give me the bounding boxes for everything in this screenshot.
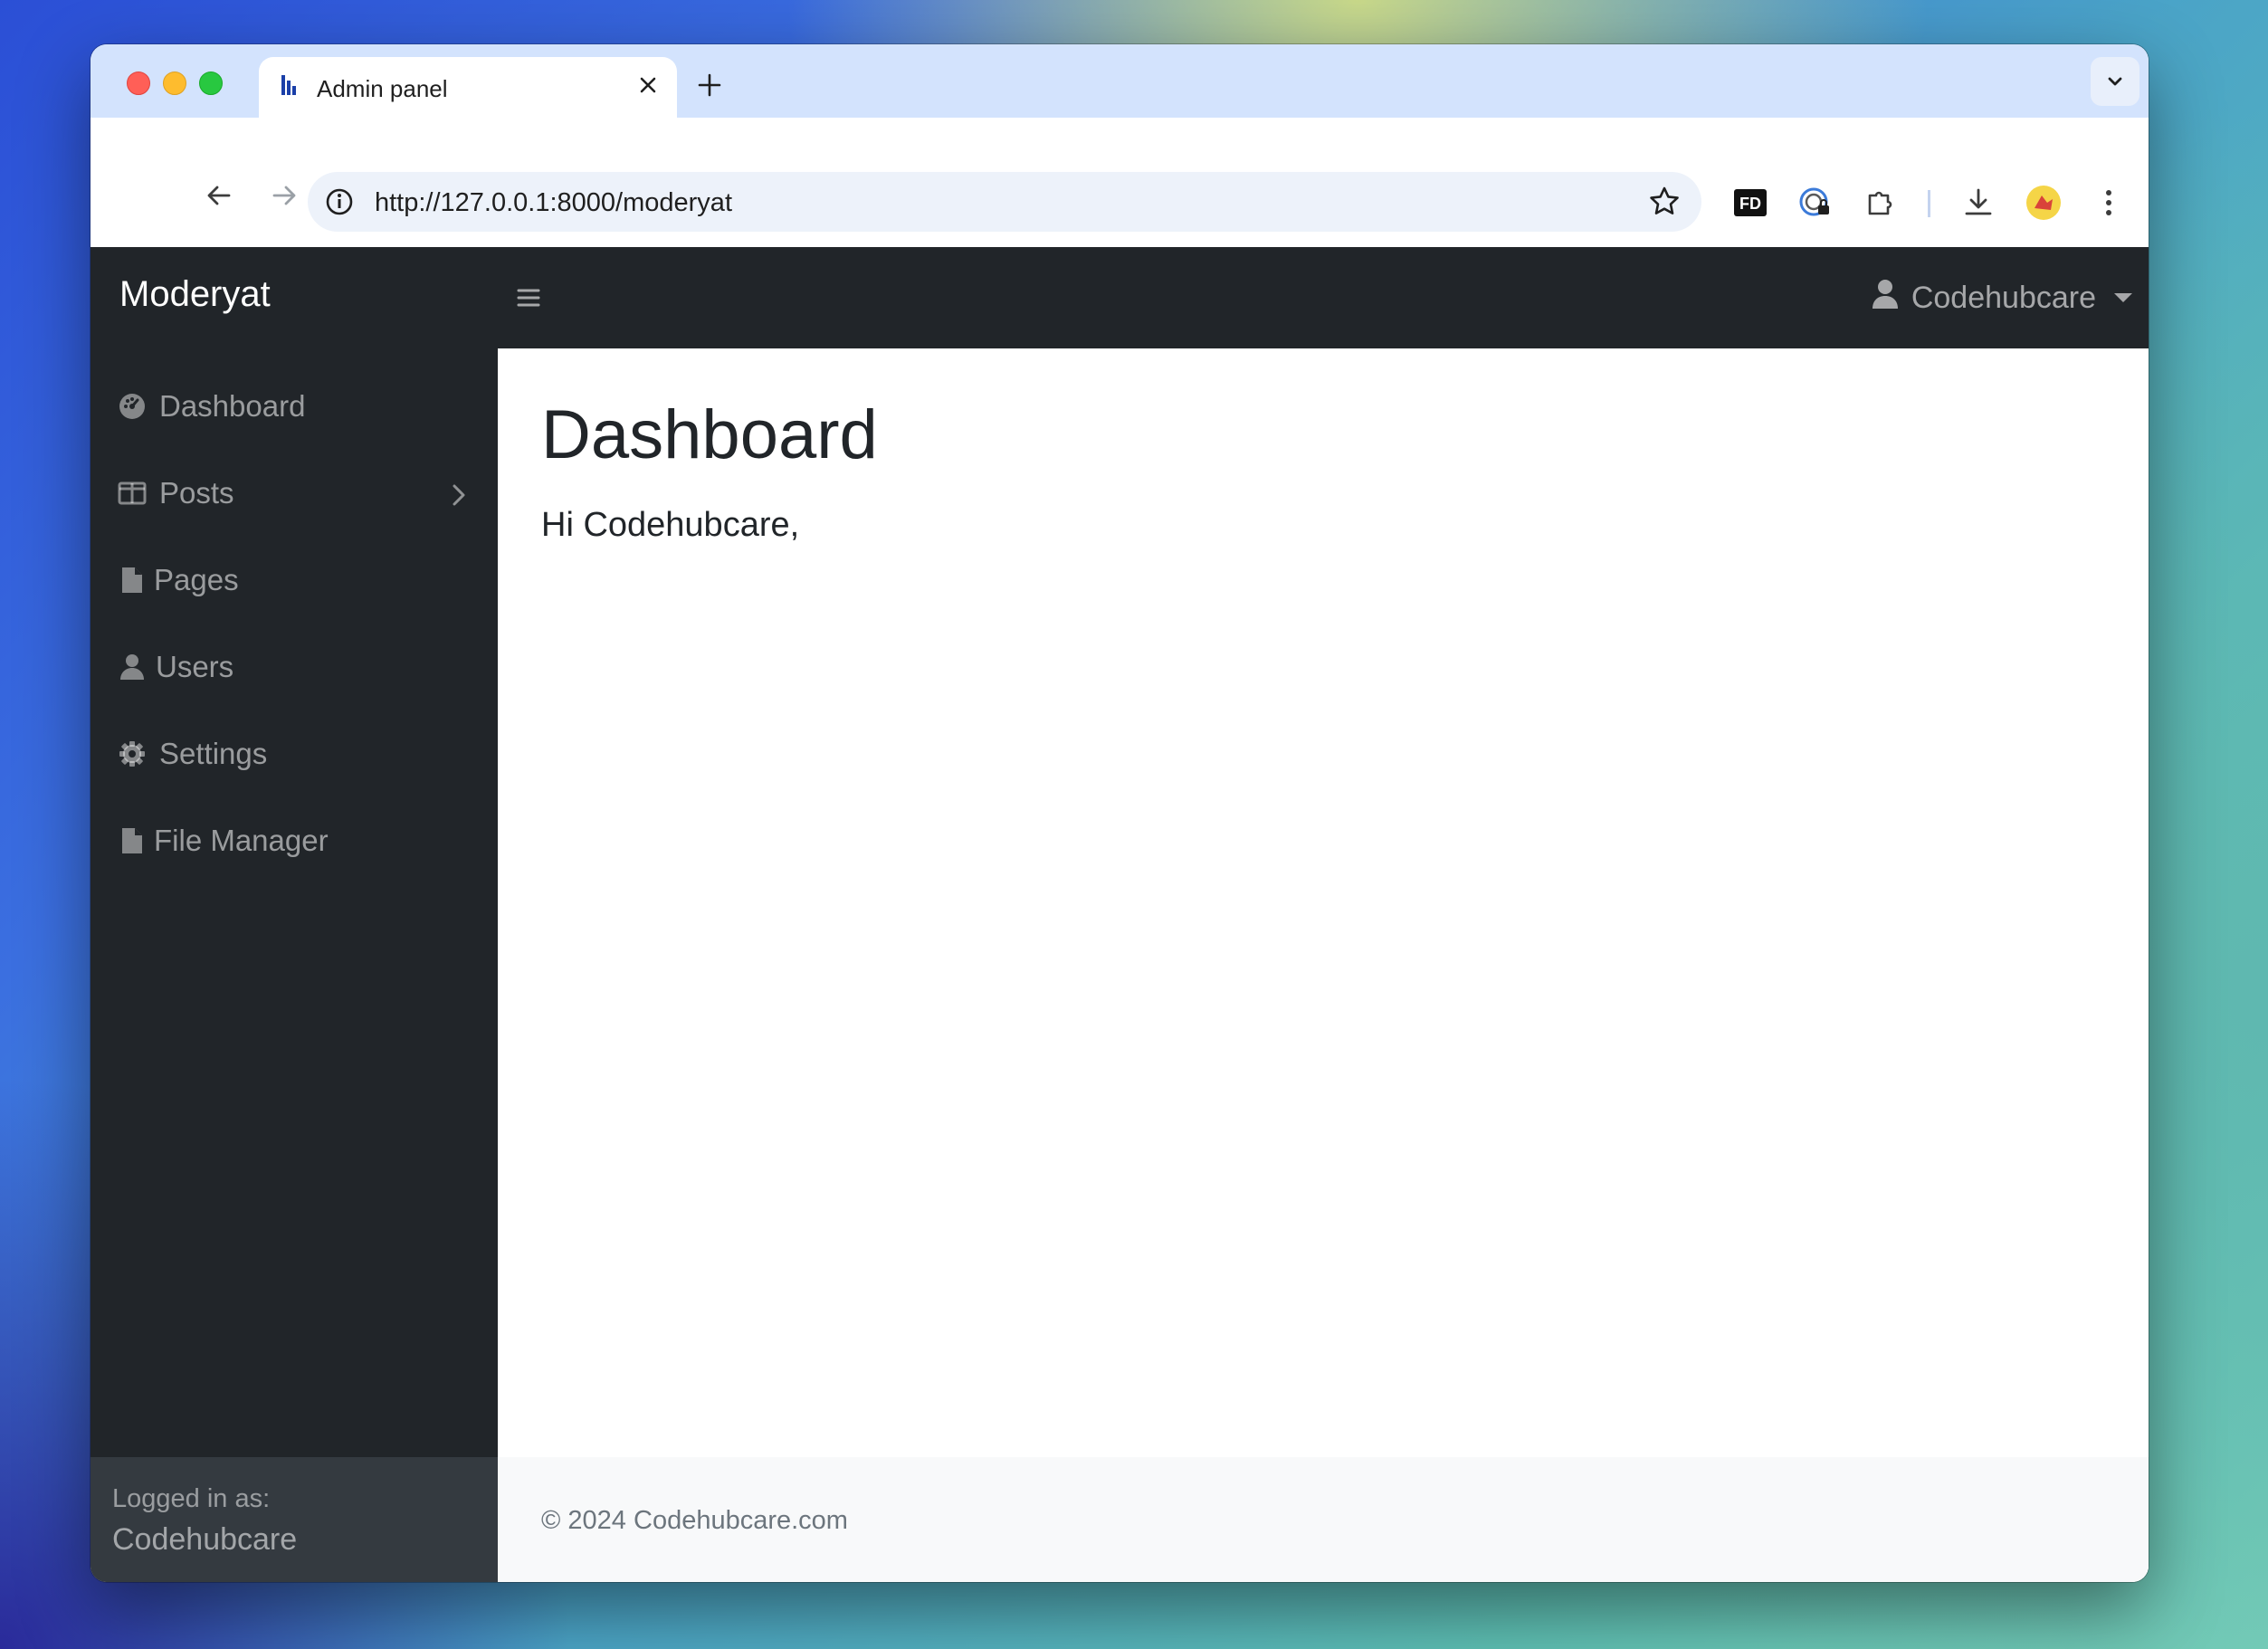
maximize-window-button[interactable] bbox=[199, 71, 223, 95]
sidebar-item-settings[interactable]: Settings bbox=[91, 718, 498, 790]
file-icon bbox=[118, 826, 147, 855]
minimize-window-button[interactable] bbox=[163, 71, 186, 95]
fd-extension-icon[interactable]: FD bbox=[1730, 183, 1770, 223]
site-info-icon[interactable] bbox=[324, 186, 355, 217]
tab-search-button[interactable] bbox=[2091, 57, 2139, 106]
url-text[interactable]: http://127.0.0.1:8000/moderyat bbox=[375, 188, 732, 218]
user-icon bbox=[118, 653, 147, 682]
address-bar[interactable]: http://127.0.0.1:8000/moderyat bbox=[308, 172, 1701, 232]
admin-app: Moderyat Codehubcare Dashboard Posts Pag… bbox=[91, 247, 2149, 1582]
tab-strip: Admin panel bbox=[91, 44, 2149, 118]
bookmark-star-icon[interactable] bbox=[1647, 185, 1682, 219]
download-icon[interactable] bbox=[1958, 183, 1998, 223]
password-manager-icon[interactable] bbox=[1796, 183, 1835, 223]
tab-admin-panel[interactable]: Admin panel bbox=[259, 57, 677, 118]
page-title: Dashboard bbox=[541, 396, 878, 473]
tab-close-icon[interactable] bbox=[632, 70, 664, 102]
toolbar-divider bbox=[1928, 190, 1930, 217]
profile-avatar-icon[interactable] bbox=[2024, 183, 2063, 223]
sidebar-item-users[interactable]: Users bbox=[91, 631, 498, 703]
sidebar-item-dashboard[interactable]: Dashboard bbox=[91, 370, 498, 443]
forward-arrow-icon[interactable] bbox=[261, 172, 308, 219]
sidebar-toggle-icon[interactable] bbox=[512, 281, 545, 314]
gear-icon bbox=[118, 739, 147, 768]
favicon-icon bbox=[279, 73, 300, 99]
chevron-right-icon bbox=[451, 481, 467, 515]
user-dropdown[interactable]: Codehubcare bbox=[1872, 274, 2132, 321]
extensions-puzzle-icon[interactable] bbox=[1861, 183, 1901, 223]
caret-down-icon bbox=[2114, 293, 2132, 302]
brand-logo[interactable]: Moderyat bbox=[119, 274, 271, 315]
close-window-button[interactable] bbox=[127, 71, 150, 95]
sidebar-footer: Logged in as: Codehubcare bbox=[91, 1457, 498, 1582]
columns-icon bbox=[118, 479, 147, 508]
svg-text:FD: FD bbox=[1739, 195, 1761, 213]
user-menu-label: Codehubcare bbox=[1911, 280, 2096, 315]
sidebar-item-label: File Manager bbox=[154, 824, 329, 857]
greeting-text: Hi Codehubcare, bbox=[541, 506, 800, 544]
file-icon bbox=[118, 566, 147, 595]
logged-in-user: Codehubcare bbox=[112, 1522, 298, 1557]
main-content: Dashboard Hi Codehubcare, © 2024 Codehub… bbox=[498, 348, 2149, 1582]
user-icon bbox=[1872, 279, 1899, 318]
gauge-icon bbox=[118, 392, 147, 421]
back-arrow-icon[interactable] bbox=[195, 172, 243, 219]
tab-title: Admin panel bbox=[317, 75, 448, 102]
page-footer: © 2024 Codehubcare.com bbox=[498, 1457, 2149, 1582]
logged-in-label: Logged in as: bbox=[112, 1484, 271, 1513]
sidebar: Dashboard Posts Pages Users Settings Fil… bbox=[91, 348, 498, 1582]
top-navbar: Moderyat Codehubcare bbox=[91, 247, 2149, 348]
sidebar-item-label: Dashboard bbox=[159, 389, 306, 423]
sidebar-item-posts[interactable]: Posts bbox=[91, 457, 498, 529]
sidebar-item-label: Posts bbox=[159, 476, 234, 510]
sidebar-item-label: Users bbox=[156, 650, 234, 683]
menu-kebab-icon[interactable] bbox=[2089, 183, 2129, 223]
copyright-text: © 2024 Codehubcare.com bbox=[541, 1506, 848, 1535]
sidebar-item-file-manager[interactable]: File Manager bbox=[91, 805, 498, 877]
sidebar-item-pages[interactable]: Pages bbox=[91, 544, 498, 616]
new-tab-button[interactable] bbox=[690, 68, 729, 108]
browser-window: Admin panel http://127.0.0.1:8000/modery… bbox=[91, 44, 2149, 1582]
sidebar-item-label: Pages bbox=[154, 563, 239, 596]
sidebar-item-label: Settings bbox=[159, 737, 268, 770]
browser-toolbar: http://127.0.0.1:8000/moderyat FD bbox=[91, 118, 2149, 247]
